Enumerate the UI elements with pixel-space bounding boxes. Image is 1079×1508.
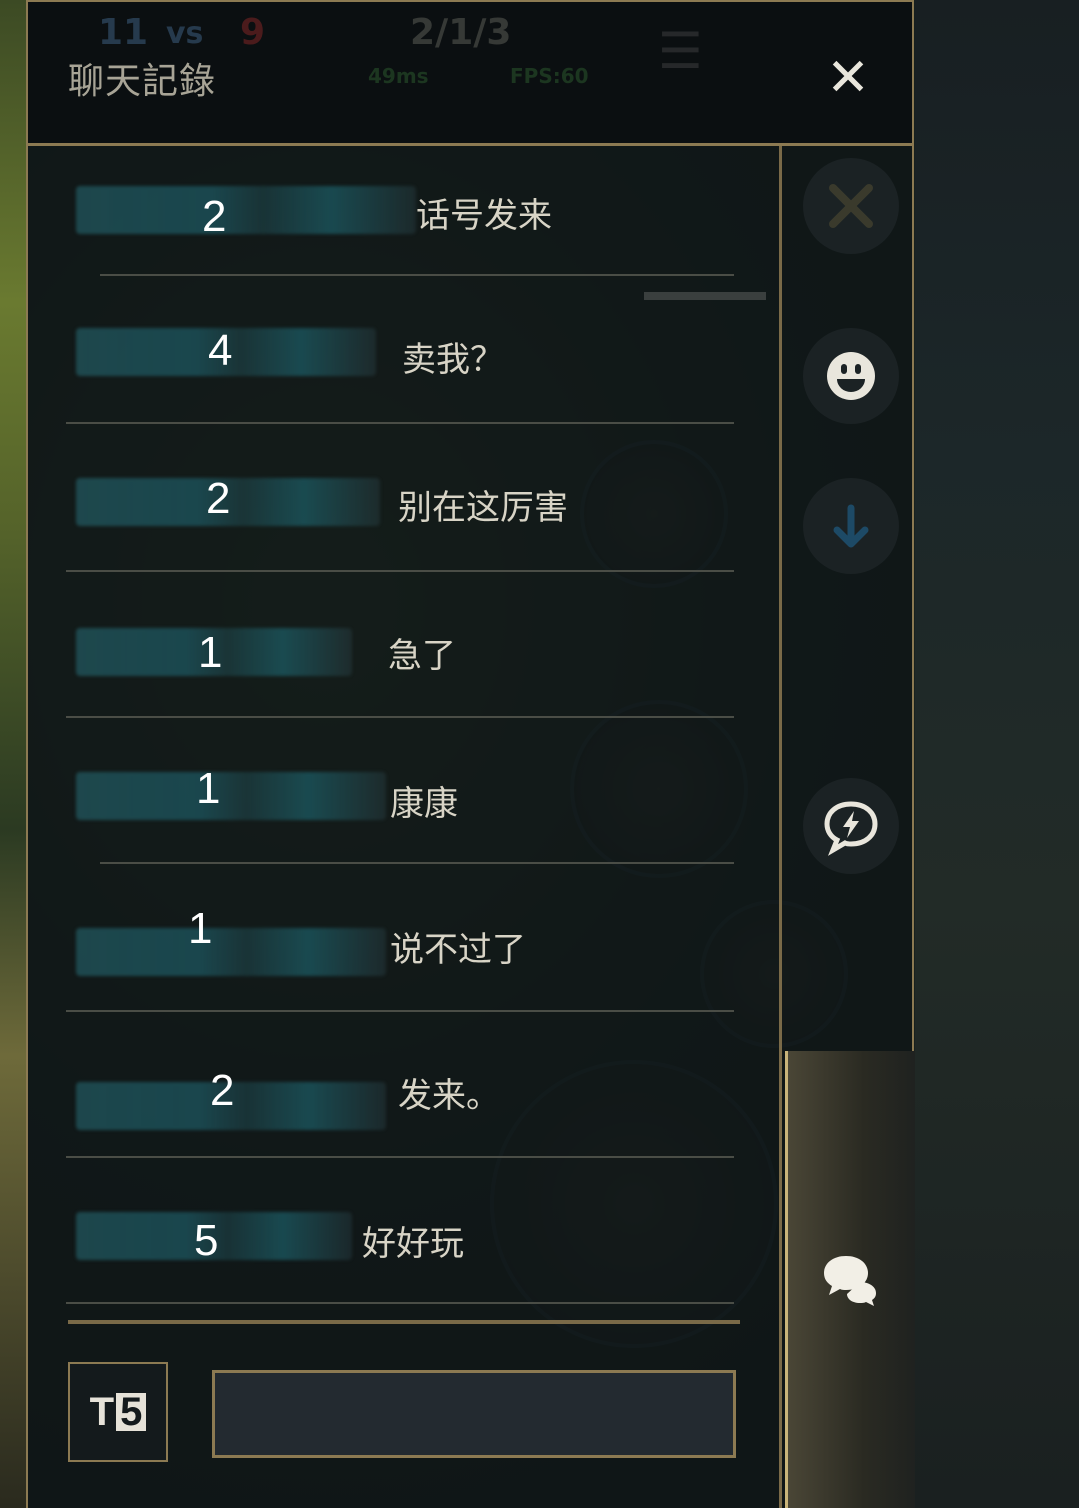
list-item: 5 好好玩 xyxy=(28,1176,782,1316)
list-item: 4 卖我？ xyxy=(28,296,782,436)
message-text: 好好玩 xyxy=(362,1224,464,1264)
hud-vs: vs xyxy=(166,16,204,51)
redacted-player-name xyxy=(76,186,416,234)
list-item: 2 发来。 xyxy=(28,1030,782,1170)
annotation-number: 4 xyxy=(208,326,233,375)
message-text: 别在这厉害 xyxy=(398,488,568,528)
message-text: 急了 xyxy=(388,636,456,676)
divider xyxy=(66,1010,734,1012)
hud-kills-red: 9 xyxy=(240,12,266,53)
message-text: 说不过了 xyxy=(390,930,526,970)
divider xyxy=(66,1156,734,1158)
divider xyxy=(66,1302,734,1304)
font-size-label: T xyxy=(89,1389,115,1434)
divider xyxy=(100,862,734,864)
divider xyxy=(66,422,734,424)
hud-fps: FPS:60 xyxy=(510,64,589,88)
sidebar-item-emoji[interactable] xyxy=(803,328,899,424)
quick-message-icon xyxy=(824,801,878,856)
annotation-number: 1 xyxy=(198,628,223,677)
hud-ping: 49ms xyxy=(368,64,429,88)
crossed-swords-icon xyxy=(829,184,873,228)
chat-bubbles-icon xyxy=(824,1256,876,1306)
list-item: 1 急了 xyxy=(28,586,782,726)
redacted-player-name xyxy=(76,928,386,976)
message-text: 话号发来 xyxy=(416,196,552,236)
emoji-icon xyxy=(827,352,875,400)
message-list[interactable]: 2 话号发来 4 卖我？ 2 别在这厉害 1 急了 1 康康 1 说不过了 2 … xyxy=(28,146,782,1508)
font-size-button[interactable]: T5 xyxy=(68,1362,168,1462)
list-item: 1 说不过了 xyxy=(28,882,782,1022)
panel-header: 11 vs 9 2/1/3 49ms FPS:60 ☰ 聊天記錄 ✕ xyxy=(28,0,912,146)
hud-kda: 2/1/3 xyxy=(410,12,512,53)
game-background-left xyxy=(0,0,26,1508)
close-button[interactable]: ✕ xyxy=(818,48,878,108)
message-text: 发来。 xyxy=(398,1076,500,1116)
message-text: 卖我？ xyxy=(402,340,504,380)
redacted-player-name xyxy=(76,772,386,820)
annotation-number: 5 xyxy=(194,1216,219,1265)
annotation-number: 2 xyxy=(206,474,231,523)
hud-kills-blue: 11 xyxy=(98,12,149,53)
input-divider xyxy=(68,1320,740,1324)
close-icon: ✕ xyxy=(826,48,870,108)
annotation-number: 1 xyxy=(196,764,221,813)
chat-history-panel: 11 vs 9 2/1/3 49ms FPS:60 ☰ 聊天記錄 ✕ 2 话号发… xyxy=(26,0,915,1508)
chat-sidebar xyxy=(785,146,915,1508)
game-background-right xyxy=(915,0,1079,1508)
annotation-number: 2 xyxy=(202,192,227,241)
divider xyxy=(66,716,734,718)
chat-input[interactable] xyxy=(212,1370,736,1458)
scroll-down-icon xyxy=(833,504,869,548)
sidebar-item-chat[interactable] xyxy=(803,1230,899,1326)
divider xyxy=(66,570,734,572)
list-item: 1 康康 xyxy=(28,736,782,876)
list-item: 2 别在这厉害 xyxy=(28,442,782,582)
hud-menu-icon: ☰ xyxy=(658,22,703,80)
page-title: 聊天記錄 xyxy=(68,61,217,102)
font-size-value: 5 xyxy=(116,1392,147,1432)
divider xyxy=(100,274,734,276)
sidebar-item-combat[interactable] xyxy=(803,158,899,254)
message-text: 康康 xyxy=(390,784,458,824)
scroll-down-button[interactable] xyxy=(803,478,899,574)
annotation-number: 1 xyxy=(188,904,213,953)
sidebar-item-quick-message[interactable] xyxy=(803,778,899,874)
annotation-number: 2 xyxy=(210,1066,235,1115)
list-item: 2 话号发来 xyxy=(28,146,782,286)
